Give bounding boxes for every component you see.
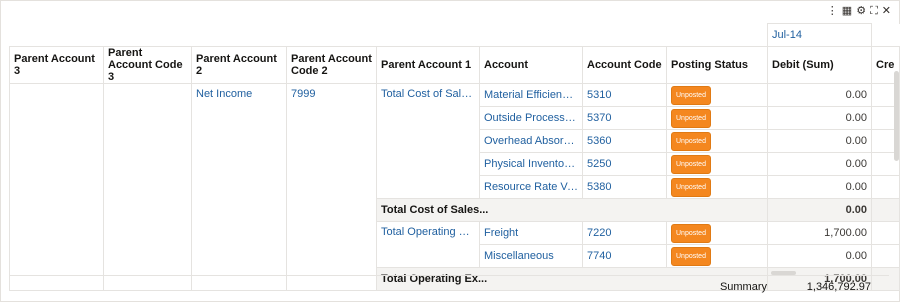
debit-cell: 0.00 [767,83,872,107]
account-code-cell[interactable]: 5360 [582,129,667,153]
debit-cell: 1,700.00 [767,221,872,245]
status-badge[interactable]: Unposted [671,108,711,128]
grid-icon[interactable]: ▦ [842,4,852,18]
account-code-cell[interactable]: 5380 [582,175,667,199]
account-code-cell[interactable]: 5310 [582,83,667,107]
view-toolbar: ⋮ ▦ ⚙ ⛶ ✕ [827,4,891,18]
account-cell[interactable]: Resource Rate Var... [479,175,583,199]
subtotal-label: Total Cost of Sales... [376,198,768,222]
account-cell[interactable]: Outside Processin... [479,106,583,130]
account-code-cell[interactable]: 7220 [582,221,667,245]
col-debit-sum[interactable]: Debit (Sum) [767,46,872,84]
pivot-grid: Jul-14 Parent Account 3 Parent Account C… [9,23,900,291]
pivot-table-view: ⋮ ▦ ⚙ ⛶ ✕ Jul-14 Parent Account 3 Parent… [0,0,900,302]
col-parent-account-2[interactable]: Parent Account 2 [191,46,287,84]
close-icon[interactable]: ✕ [882,4,891,18]
account-code-cell[interactable]: 5250 [582,152,667,176]
gear-icon[interactable]: ⚙ [856,4,866,18]
period-header[interactable]: Jul-14 [767,23,872,47]
parent-account-2-cell[interactable]: Net Income [191,83,287,291]
status-badge[interactable]: Unposted [671,246,711,266]
status-badge[interactable]: Unposted [671,131,711,151]
expand-icon[interactable]: ⛶ [870,4,878,18]
account-cell[interactable]: Miscellaneous [479,244,583,268]
account-code-cell[interactable]: 7740 [582,244,667,268]
debit-cell: 0.00 [767,175,872,199]
summary-value: 1,346,792.97 [806,281,871,293]
debit-cell: 0.00 [767,152,872,176]
status-badge[interactable]: Unposted [671,177,711,197]
col-account[interactable]: Account [479,46,583,84]
account-cell[interactable]: Material Efficiency... [479,83,583,107]
more-icon[interactable]: ⋮ [827,4,838,18]
account-cell[interactable]: Overhead Absorbt... [479,129,583,153]
account-cell[interactable]: Freight [479,221,583,245]
col-account-code[interactable]: Account Code [582,46,667,84]
debit-cell: 0.00 [767,244,872,268]
subtotal-debit: 0.00 [767,198,872,222]
parent-account-1-cell[interactable]: Total Cost of Sales... [376,83,480,199]
parent-account-1-cell[interactable]: Total Operating Ex... [376,221,480,268]
debit-cell: 0.00 [767,106,872,130]
status-badge[interactable]: Unposted [671,85,711,105]
debit-cell: 0.00 [767,129,872,153]
vertical-scrollbar[interactable] [894,71,899,161]
summary-label: Summary [719,281,767,293]
status-badge[interactable]: Unposted [671,154,711,174]
parent-account-3-cell [9,83,104,291]
summary-row: Summary 1,346,792.97 [9,275,889,298]
status-badge[interactable]: Unposted [671,223,711,243]
col-posting-status[interactable]: Posting Status [666,46,768,84]
account-cell[interactable]: Physical Inventory... [479,152,583,176]
parent-account-code-3-cell [103,83,192,291]
table-row: Net Income 7999 Total Cost of Sales... M… [9,83,900,291]
col-parent-account-code-2[interactable]: Parent Account Code 2 [286,46,377,84]
parent-account-code-2-cell[interactable]: 7999 [286,83,377,291]
col-parent-account-3[interactable]: Parent Account 3 [9,46,104,84]
col-parent-account-code-3[interactable]: Parent Account Code 3 [103,46,192,84]
col-parent-account-1[interactable]: Parent Account 1 [376,46,480,84]
account-code-cell[interactable]: 5370 [582,106,667,130]
